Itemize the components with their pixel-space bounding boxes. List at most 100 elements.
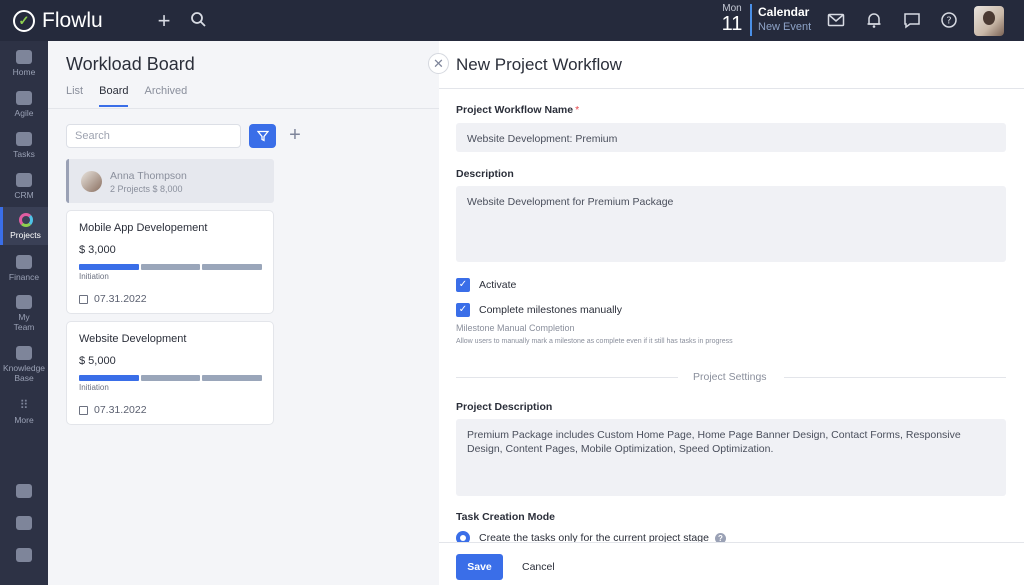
workflow-name-field[interactable]: Website Development: Premium <box>456 123 1006 152</box>
filter-icon <box>256 130 269 142</box>
tasks-icon <box>16 132 32 146</box>
new-event-link[interactable]: New Event <box>758 21 811 33</box>
flowlu-apps-icon <box>16 484 32 498</box>
sidebar-item-projects[interactable]: Projects <box>0 207 48 245</box>
cancel-button[interactable]: Cancel <box>522 554 555 580</box>
tab-list[interactable]: List <box>66 85 83 107</box>
milestone-help-title: Milestone Manual Completion <box>456 323 575 333</box>
stage-segment <box>140 375 201 381</box>
tab-board[interactable]: Board <box>99 85 129 107</box>
sidebar-item-my-team[interactable]: My Team <box>0 295 48 332</box>
sidebar-item-label: Home <box>12 67 36 77</box>
add-button[interactable]: + <box>286 124 304 148</box>
close-dialog-button[interactable]: ✕ <box>428 53 449 74</box>
sidebar-item-label: Agile <box>14 108 34 118</box>
avatar <box>81 171 102 192</box>
knowledge-base-icon <box>16 346 32 360</box>
chat-icon[interactable] <box>903 11 921 29</box>
calendar-divider <box>750 4 752 36</box>
milestones-label: Complete milestones manually <box>479 304 622 316</box>
crm-icon <box>16 173 32 187</box>
finance-icon <box>16 255 32 269</box>
save-button[interactable]: Save <box>456 554 503 580</box>
sidebar-item-tasks[interactable]: Tasks <box>0 132 48 159</box>
milestones-checkbox[interactable]: ✓ <box>456 303 470 317</box>
stage-segment <box>202 375 263 381</box>
sidebar-item-more[interactable]: ⠿ More <box>0 398 48 425</box>
filter-button[interactable] <box>249 124 276 148</box>
mail-icon[interactable] <box>827 11 845 29</box>
logo-check-icon: ✓ <box>13 10 35 32</box>
calendar-icon <box>79 294 88 304</box>
sidebar-item-label: More <box>14 415 34 425</box>
assignee-card[interactable]: Anna Thompson 2 Projects $ 8,000 <box>66 159 274 203</box>
current-date[interactable]: Mon 11 <box>716 3 748 34</box>
required-mark: * <box>575 104 580 116</box>
project-date-text: 07.31.2022 <box>94 404 147 416</box>
sidebar-bottom-item-3[interactable] <box>0 548 48 565</box>
description-field[interactable]: Website Development for Premium Package <box>456 186 1006 262</box>
sidebar-item-agile[interactable]: Agile <box>0 91 48 118</box>
top-bar: ✓ Flowlu + Mon 11 Calendar New Event ? <box>0 0 1024 41</box>
tab-archived[interactable]: Archived <box>144 85 187 107</box>
task-mode-label: Task Creation Mode <box>456 511 555 523</box>
app-name: Flowlu <box>42 9 103 32</box>
sidebar-item-finance[interactable]: Finance <box>0 255 48 282</box>
sidebar-item-label: Knowledge <box>2 363 46 373</box>
sidebar-item-knowledge-base[interactable]: Knowledge Base <box>0 346 48 383</box>
new-workflow-dialog: New Project Workflow Project Workflow Na… <box>439 41 1024 585</box>
sidebar-item-label: CRM <box>14 190 34 200</box>
calendar-title[interactable]: Calendar <box>758 5 809 19</box>
milestone-help-text: Allow users to manually mark a milestone… <box>456 338 733 345</box>
activate-label: Activate <box>479 279 517 291</box>
stage-segment <box>202 264 263 270</box>
stage-segment <box>79 264 139 270</box>
sidebar-item-home[interactable]: Home <box>0 50 48 77</box>
sidebar-item-label: Projects <box>10 230 41 240</box>
project-date: 07.31.2022 <box>79 293 147 305</box>
search-input[interactable] <box>66 124 241 148</box>
workflow-name-label: Project Workflow Name * <box>456 104 579 116</box>
project-name: Mobile App Developement <box>79 222 208 234</box>
separator-line <box>456 377 678 378</box>
sidebar-bottom-item-1[interactable] <box>0 484 48 501</box>
user-avatar[interactable] <box>974 6 1004 36</box>
home-icon <box>16 50 32 64</box>
project-value: $ 3,000 <box>79 244 116 256</box>
date-day: 11 <box>721 13 743 35</box>
project-date: 07.31.2022 <box>79 404 147 416</box>
sidebar-item-crm[interactable]: CRM <box>0 173 48 200</box>
project-card[interactable]: Website Development $ 5,000 Initiation 0… <box>66 321 274 425</box>
sidebar-item-label-line2: Team <box>13 322 35 332</box>
add-icon[interactable]: + <box>154 8 174 34</box>
separator-line <box>784 377 1006 378</box>
description-label: Description <box>456 168 514 180</box>
assignee-summary: 2 Projects $ 8,000 <box>110 184 183 194</box>
sidebar: Home Agile Tasks CRM Projects Finance My… <box>0 41 48 585</box>
projects-icon <box>18 213 33 227</box>
svg-text:?: ? <box>946 16 951 27</box>
milestones-row[interactable]: ✓ Complete milestones manually <box>456 303 622 317</box>
project-stage: Initiation <box>79 272 109 281</box>
dialog-header: New Project Workflow <box>439 41 1024 89</box>
assignee-name: Anna Thompson <box>110 170 187 182</box>
sidebar-bottom-item-2[interactable] <box>0 516 48 533</box>
project-date-text: 07.31.2022 <box>94 293 147 305</box>
project-name: Website Development <box>79 333 187 345</box>
activate-row[interactable]: ✓ Activate <box>456 278 516 292</box>
search-icon[interactable] <box>190 11 206 27</box>
tabs-divider <box>48 108 440 109</box>
bell-icon[interactable] <box>865 11 883 29</box>
page-title: Workload Board <box>66 54 195 74</box>
team-icon <box>16 295 32 309</box>
project-stage: Initiation <box>79 383 109 392</box>
project-description-field[interactable]: Premium Package includes Custom Home Pag… <box>456 419 1006 496</box>
dialog-title: New Project Workflow <box>456 55 622 74</box>
activate-checkbox[interactable]: ✓ <box>456 278 470 292</box>
help-icon[interactable]: ? <box>940 11 958 29</box>
project-card[interactable]: Mobile App Developement $ 3,000 Initiati… <box>66 210 274 314</box>
stage-segment <box>79 375 139 381</box>
flowlu-logo[interactable]: ✓ Flowlu <box>13 9 103 33</box>
more-icon: ⠿ <box>19 398 29 412</box>
agile-icon <box>16 91 32 105</box>
